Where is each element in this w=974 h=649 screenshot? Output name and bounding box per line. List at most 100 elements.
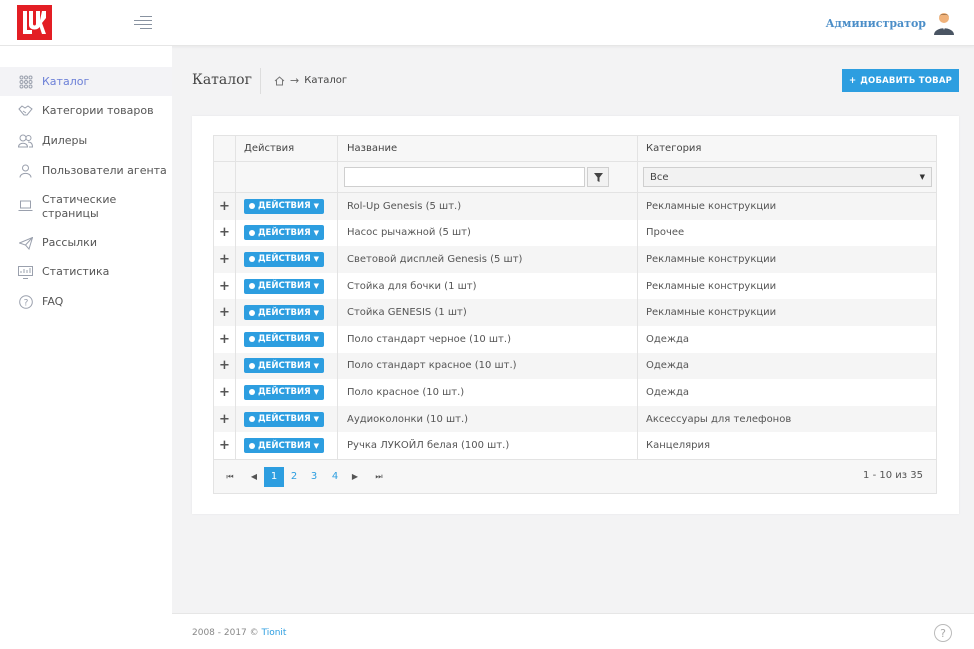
sidebar-item-faq[interactable]: ? FAQ (0, 289, 172, 315)
row-actions-label: ДЕЙСТВИЯ (257, 360, 311, 371)
expand-row-icon[interactable]: + (219, 333, 230, 346)
category-cell: Одежда (638, 379, 936, 406)
column-header-name[interactable]: Название (338, 136, 638, 161)
row-actions-button[interactable]: ДЕЙСТВИЯ ▼ (244, 358, 324, 374)
page-button[interactable]: 2 (284, 467, 304, 487)
table-row: + ДЕЙСТВИЯ ▼ Световой дисплей Genesis (5 шт… (214, 246, 936, 273)
page-button[interactable]: 3 (304, 467, 324, 487)
breadcrumb: → Каталог (274, 74, 347, 87)
expand-cell: + (214, 219, 236, 247)
product-category: Одежда (646, 333, 689, 345)
sidebar: Каталог Категории товаров Дилеры Пользов… (0, 46, 172, 649)
row-actions-button[interactable]: ДЕЙСТВИЯ ▼ (244, 331, 324, 347)
page-button[interactable]: 1 (264, 466, 284, 487)
expand-row-icon[interactable]: + (219, 413, 230, 426)
product-name: Насос рычажной (5 шт) (347, 227, 471, 239)
sidebar-item-label: Статические страницы (42, 193, 117, 220)
sidebar-item-dealers[interactable]: Дилеры (0, 128, 172, 154)
column-header-category[interactable]: Категория (638, 136, 936, 161)
name-cell: Аудиоколонки (10 шт.) (338, 405, 638, 433)
name-filter-input[interactable] (344, 167, 585, 187)
user-icon (18, 164, 33, 179)
row-actions-button[interactable]: ДЕЙСТВИЯ ▼ (244, 384, 324, 400)
row-actions-button[interactable]: ДЕЙСТВИЯ ▼ (244, 251, 324, 267)
sidebar-item-categories[interactable]: Категории товаров (0, 98, 172, 124)
product-category: Рекламные конструкции (646, 200, 777, 212)
product-name: Аудиоколонки (10 шт.) (347, 413, 469, 425)
sidebar-item-catalog[interactable]: Каталог (0, 67, 172, 96)
expand-row-icon[interactable]: + (219, 226, 230, 239)
expand-row-icon[interactable]: + (219, 386, 230, 399)
category-cell: Одежда (638, 353, 936, 380)
row-actions-button[interactable]: ДЕЙСТВИЯ ▼ (244, 225, 324, 241)
column-header-actions: Действия (236, 136, 338, 161)
row-actions-button[interactable]: ДЕЙСТВИЯ ▼ (244, 198, 324, 214)
sidebar-item-label: Рассылки (42, 236, 97, 249)
help-icon[interactable]: ? (934, 624, 952, 642)
table-row: + ДЕЙСТВИЯ ▼ Поло красное (10 шт.) Одежда (214, 379, 936, 406)
row-actions-label: ДЕЙСТВИЯ (257, 201, 311, 212)
row-actions-button[interactable]: ДЕЙСТВИЯ ▼ (244, 411, 324, 427)
category-cell: Одежда (638, 326, 936, 353)
expand-row-icon[interactable]: + (219, 253, 230, 266)
product-name: Поло стандарт красное (10 шт.) (347, 360, 517, 372)
table-row: + ДЕЙСТВИЯ ▼ Стойка GENESIS (1 шт) Рекламные… (214, 299, 936, 326)
prev-page-icon[interactable]: ◀ (244, 467, 264, 487)
expand-row-icon[interactable]: + (219, 439, 230, 452)
pager-info: 1 - 10 из 35 (863, 469, 923, 481)
chevron-down-icon: ▼ (313, 415, 320, 424)
table-row: + ДЕЙСТВИЯ ▼ Ручка ЛУКОЙЛ белая (100 шт.) Ка… (214, 432, 936, 459)
user-menu[interactable]: Администратор (826, 10, 956, 36)
name-cell: Ручка ЛУКОЙЛ белая (100 шт.) (338, 432, 638, 459)
svg-text:?: ? (23, 299, 28, 309)
page-button[interactable]: 4 (325, 467, 345, 487)
row-actions-button[interactable]: ДЕЙСТВИЯ ▼ (244, 438, 324, 454)
first-page-icon[interactable]: ⏮ (220, 467, 240, 487)
product-name: Поло стандарт черное (10 шт.) (347, 333, 511, 345)
category-cell: Рекламные конструкции (638, 246, 936, 273)
brand-link[interactable]: Tionit (262, 628, 287, 638)
expand-row-icon[interactable]: + (219, 306, 230, 319)
chevron-down-icon: ▼ (313, 308, 320, 317)
product-name: Rol-Up Genesis (5 шт.) (347, 200, 462, 212)
last-page-icon[interactable]: ⏭ (369, 467, 389, 487)
category-filter-select[interactable]: Все ▼ (643, 167, 932, 187)
gear-icon (248, 283, 255, 290)
row-actions-button[interactable]: ДЕЙСТВИЯ ▼ (244, 305, 324, 321)
actions-cell: ДЕЙСТВИЯ ▼ (236, 325, 338, 353)
sidebar-item-static-pages[interactable]: Статические страницы (0, 188, 172, 224)
filter-button[interactable] (587, 167, 609, 187)
row-actions-label: ДЕЙСТВИЯ (257, 414, 311, 425)
copyright-text: 2008 - 2017 © (192, 628, 262, 638)
home-icon[interactable] (274, 75, 285, 86)
expand-row-icon[interactable]: + (219, 359, 230, 372)
expand-row-icon[interactable]: + (219, 200, 230, 213)
chevron-down-icon: ▼ (313, 335, 320, 344)
grid-body: + ДЕЙСТВИЯ ▼ Rol-Up Genesis (5 шт.) Рекламны… (214, 193, 936, 459)
lukoil-logo[interactable] (17, 5, 52, 40)
gear-icon (248, 389, 255, 396)
gear-icon (248, 203, 255, 210)
name-cell: Световой дисплей Genesis (5 шт) (338, 246, 638, 273)
sidebar-item-label: Пользователи агента (42, 164, 167, 177)
filter-icon (593, 172, 603, 182)
category-cell: Рекламные конструкции (638, 299, 936, 326)
expand-cell: + (214, 352, 236, 380)
chevron-down-icon: ▼ (313, 388, 320, 397)
next-page-icon[interactable]: ▶ (345, 467, 365, 487)
name-cell: Rol-Up Genesis (5 шт.) (338, 193, 638, 220)
name-cell: Поло красное (10 шт.) (338, 379, 638, 406)
row-actions-label: ДЕЙСТВИЯ (257, 227, 311, 238)
row-actions-button[interactable]: ДЕЙСТВИЯ ▼ (244, 278, 324, 294)
product-name: Ручка ЛУКОЙЛ белая (100 шт.) (347, 440, 510, 452)
gear-icon (248, 362, 255, 369)
menu-toggle-icon[interactable] (134, 15, 152, 29)
sidebar-item-mailings[interactable]: Рассылки (0, 230, 172, 256)
add-product-button[interactable]: + ДОБАВИТЬ ТОВАР (842, 69, 959, 92)
expand-row-icon[interactable]: + (219, 280, 230, 293)
sidebar-item-statistics[interactable]: Статистика (0, 259, 172, 285)
sidebar-item-agent-users[interactable]: Пользователи агента (0, 158, 172, 184)
expand-cell: + (214, 432, 236, 459)
user-name[interactable]: Администратор (826, 17, 926, 30)
expand-cell: + (214, 379, 236, 406)
